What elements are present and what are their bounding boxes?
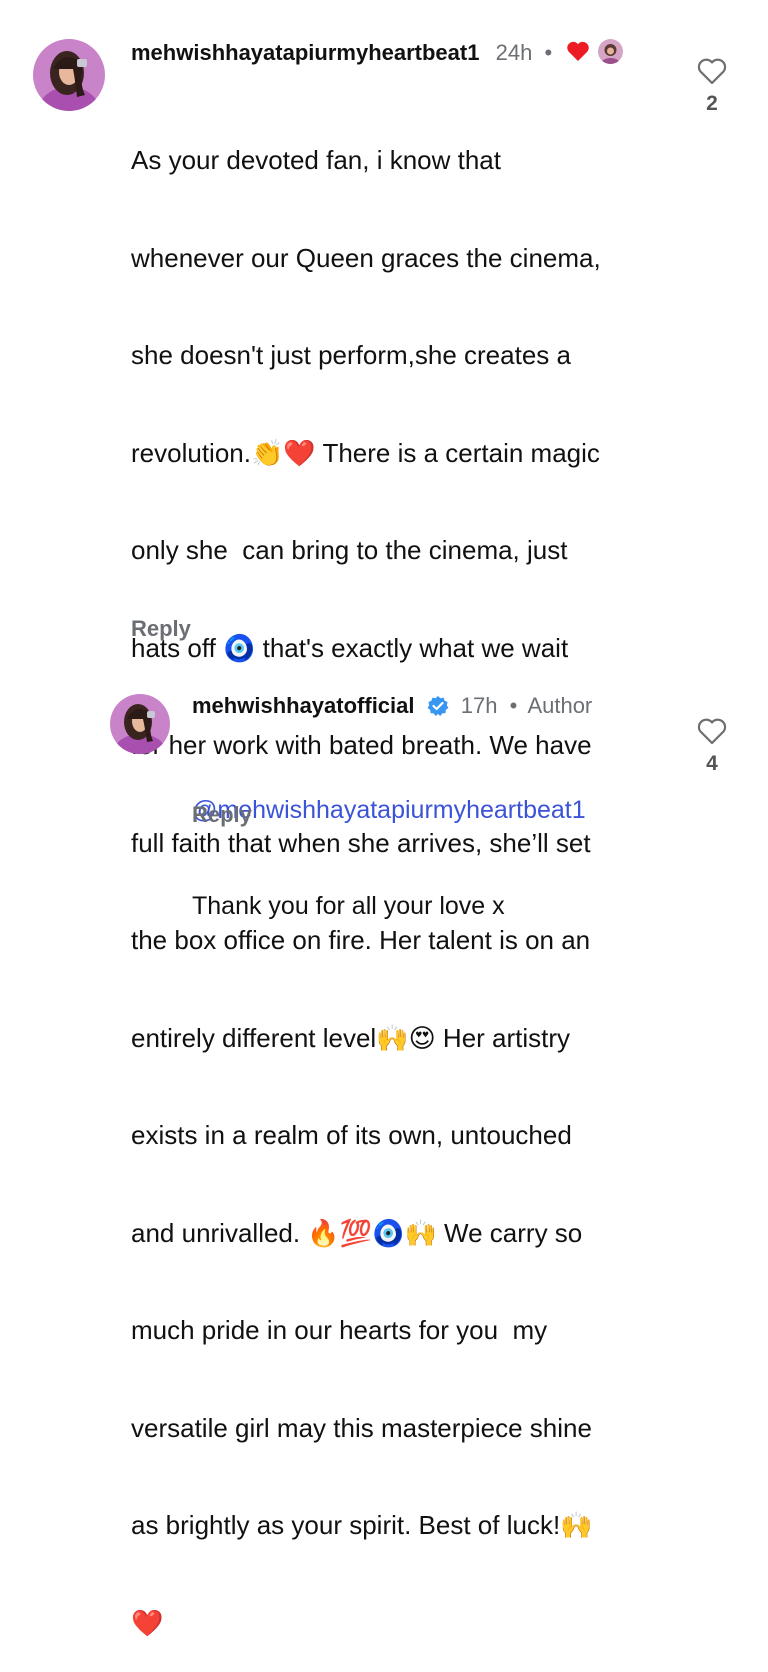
liked-by-avatar xyxy=(598,39,623,64)
meta-separator: • xyxy=(544,40,553,65)
commenter-avatar[interactable] xyxy=(33,39,105,111)
reply-time: 17h xyxy=(460,693,498,718)
liked-heart-icon xyxy=(566,40,590,62)
like-count: 4 xyxy=(706,752,718,775)
reply-header: mehwishhayatofficial 17h • Author xyxy=(192,693,592,723)
reply-like-column: 4 xyxy=(692,716,732,776)
mention-link[interactable]: @mehwishhayatapiurmyheartbeat1 xyxy=(192,794,672,826)
like-heart-icon[interactable] xyxy=(692,56,732,86)
comment-time: 24h xyxy=(495,40,533,65)
comment-line: whenever our Queen graces the cinema, xyxy=(131,242,601,273)
reply-reply-button[interactable]: Reply xyxy=(192,802,252,828)
reply-body: @mehwishhayatapiurmyheartbeat1 Thank you… xyxy=(192,730,672,954)
reply-text: Thank you for all your love x xyxy=(192,892,505,920)
comment-line: hats off 🧿 that's exactly what we wait xyxy=(131,632,569,663)
verified-badge-icon xyxy=(427,695,449,723)
comment-line: versatile girl may this masterpiece shin… xyxy=(131,1412,592,1443)
comment-line: exists in a realm of its own, untouched xyxy=(131,1120,572,1150)
comment-line: and unrivalled. 🔥💯🧿🙌 We carry so xyxy=(131,1217,583,1248)
comment-line: only she can bring to the cinema, just xyxy=(131,535,568,565)
meta-separator: • xyxy=(509,693,518,718)
reply-author-avatar[interactable] xyxy=(110,694,170,754)
comment-line: much pride in our hearts for you my xyxy=(131,1315,548,1345)
comment-line: she doesn't just perform,she creates a xyxy=(131,340,571,370)
comment-line: As your devoted fan, i know that xyxy=(131,145,501,175)
reply-button[interactable]: Reply xyxy=(131,616,191,642)
comment-line: as brightly as your spirit. Best of luck… xyxy=(131,1510,593,1540)
reply-username[interactable]: mehwishhayatofficial xyxy=(192,693,415,718)
comment-header: mehwishhayatapiurmyheartbeat1 24h • xyxy=(131,40,552,66)
comment-line: ❤️ xyxy=(131,1607,164,1638)
comment-line: entirely different level🙌😍 Her artistry xyxy=(131,1022,571,1053)
like-count: 2 xyxy=(706,92,718,115)
comment-line: revolution.👏❤️ There is a certain magic xyxy=(131,437,600,468)
like-heart-icon[interactable] xyxy=(692,716,732,746)
comment-like-column: 2 xyxy=(692,56,732,116)
author-badge: Author xyxy=(527,693,593,718)
commenter-username[interactable]: mehwishhayatapiurmyheartbeat1 xyxy=(131,40,479,65)
